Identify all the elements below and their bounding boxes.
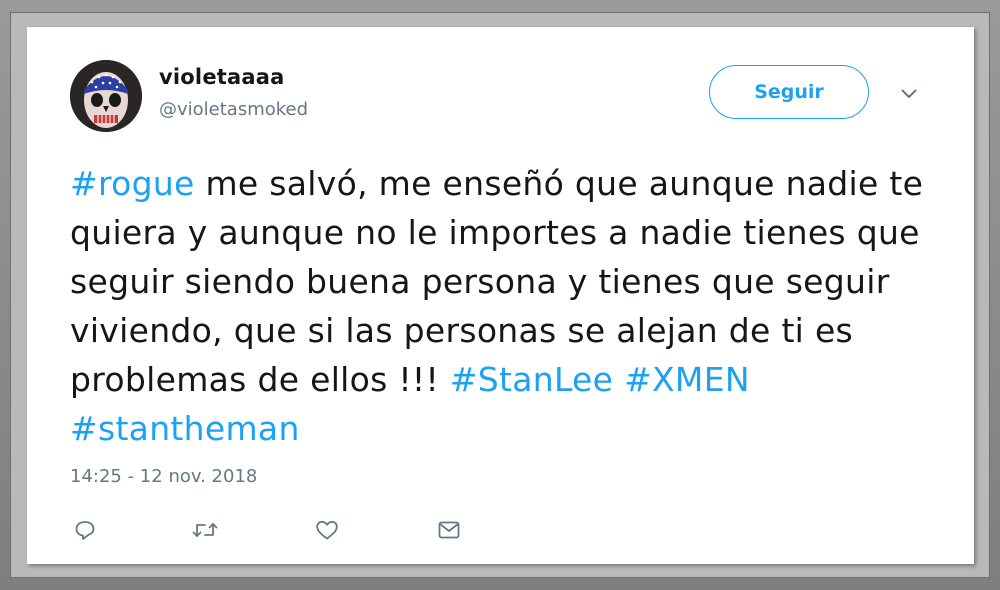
heart-icon[interactable] — [312, 515, 342, 545]
hashtag-link[interactable]: #rogue — [70, 164, 195, 203]
tweet-text: #rogue me salvó, me enseñó que aunque na… — [70, 159, 950, 453]
avatar[interactable] — [70, 60, 142, 132]
tweet-text-segment — [613, 360, 624, 399]
tweet-actions — [70, 515, 490, 545]
retweet-icon[interactable] — [190, 515, 220, 545]
tweet-card: violetaaaa @violetasmoked Seguir #rogue … — [27, 27, 974, 564]
hashtag-link[interactable]: #stantheman — [70, 409, 300, 448]
chevron-down-icon[interactable] — [897, 85, 921, 103]
hashtag-link[interactable]: #XMEN — [624, 360, 750, 399]
envelope-icon[interactable] — [434, 515, 464, 545]
follow-button[interactable]: Seguir — [709, 65, 869, 119]
timestamp[interactable]: 14:25 - 12 nov. 2018 — [70, 466, 257, 487]
reply-icon[interactable] — [70, 515, 100, 545]
user-handle[interactable]: @violetasmoked — [159, 99, 308, 120]
display-name[interactable]: violetaaaa — [159, 65, 284, 89]
hashtag-link[interactable]: #StanLee — [450, 360, 613, 399]
